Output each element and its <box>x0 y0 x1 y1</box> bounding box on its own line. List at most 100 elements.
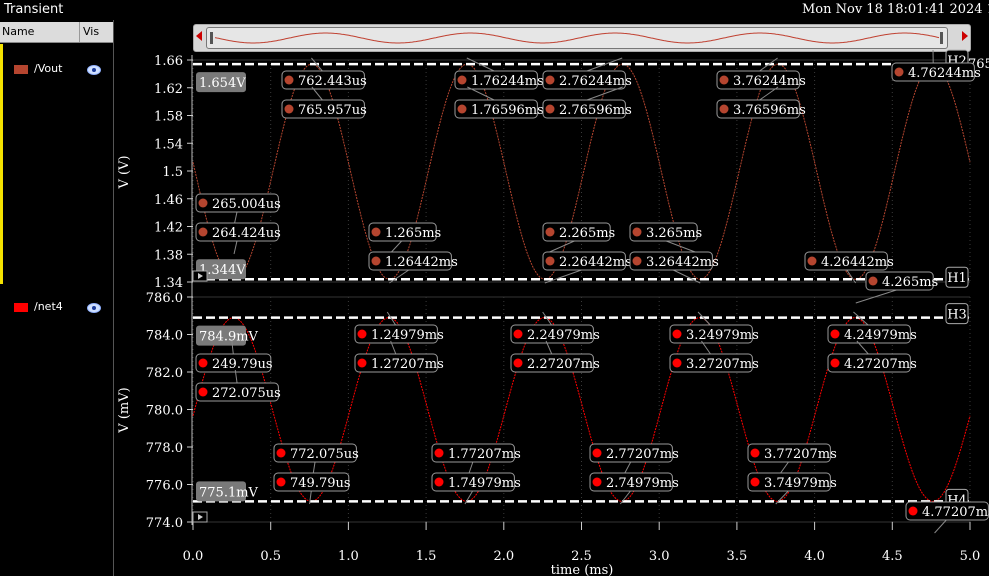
x-tick-label: 2.0 <box>493 549 514 564</box>
marker-dot-icon <box>592 477 602 487</box>
marker-text: 749.79us <box>290 476 351 491</box>
marker-text: 2.24979ms <box>527 328 600 343</box>
x-tick-label: 1.5 <box>416 549 437 564</box>
marker-text: 2.265ms <box>559 226 615 241</box>
marker-label[interactable]: 772.075us <box>273 443 359 476</box>
marker-label[interactable]: 765.957us <box>281 86 367 119</box>
marker-leader <box>544 268 585 284</box>
marker-text: 272.075us <box>212 386 281 401</box>
marker-label[interactable]: 264.424us <box>195 222 281 255</box>
marker-dot-icon <box>632 227 642 237</box>
marker-dot-icon <box>457 75 467 85</box>
x-tick-label: 2.5 <box>571 549 592 564</box>
marker-text: 3.265ms <box>646 226 702 241</box>
marker-label[interactable]: 1.76596ms <box>454 86 544 119</box>
marker-dot-icon <box>592 448 602 458</box>
x-tick-label: 3.5 <box>727 549 748 564</box>
cursor-value-label: 784.9mV <box>199 330 259 345</box>
marker-label[interactable]: 3.27207ms <box>669 340 759 373</box>
marker-text: 2.77207ms <box>606 447 679 462</box>
marker-label[interactable]: 249.79us <box>195 340 273 373</box>
marker-text: 1.74979ms <box>448 476 521 491</box>
y-tick-label: 784.0 <box>146 329 183 344</box>
y-tick-label: 786.0 <box>146 291 183 306</box>
marker-text: 1.265ms <box>385 226 441 241</box>
marker-label[interactable]: 2.74979ms <box>589 472 679 505</box>
marker-label[interactable]: 2.77207ms <box>589 443 679 476</box>
marker-label[interactable]: 1.265ms <box>368 222 441 255</box>
marker-text: 765.957us <box>298 103 367 118</box>
marker-dot-icon <box>545 104 555 114</box>
marker-label[interactable]: 3.74979ms <box>747 472 837 505</box>
marker-text: 4.27207ms <box>844 357 917 372</box>
marker-dot-icon <box>198 227 208 237</box>
marker-label[interactable]: 3.77207ms <box>747 443 837 476</box>
marker-label[interactable]: 4.265ms <box>855 271 938 304</box>
y-tick-label: 1.42 <box>154 221 183 236</box>
marker-text: 264.424us <box>212 226 281 241</box>
marker-dot-icon <box>672 358 682 368</box>
cursor-value-label: 775.1mV <box>199 485 259 500</box>
marker-label[interactable]: 4.27207ms <box>827 340 917 373</box>
marker-label[interactable]: 1.27207ms <box>354 340 444 373</box>
marker-leader <box>233 239 238 255</box>
marker-leader <box>697 311 712 327</box>
marker-label[interactable]: 3.76596ms <box>716 86 806 119</box>
y-tick-label: 1.58 <box>154 110 183 125</box>
marker-leader <box>670 268 701 284</box>
marker-dot-icon <box>719 75 729 85</box>
marker-text: 2.76244ms <box>559 74 632 89</box>
marker-label[interactable]: 749.79us <box>273 472 351 505</box>
y-tick-label: 780.0 <box>146 404 183 419</box>
marker-label[interactable]: 2.76596ms <box>542 86 632 119</box>
marker-dot-icon <box>198 358 208 368</box>
marker-label[interactable]: 2.76244ms <box>542 57 632 90</box>
marker-text: 1.26442ms <box>385 255 458 270</box>
marker-text: 4.76244ms <box>908 66 981 81</box>
marker-dot-icon <box>198 387 208 397</box>
marker-text: 772.075us <box>290 447 359 462</box>
marker-text: 249.79us <box>212 357 273 372</box>
marker-label[interactable]: 3.265ms <box>629 222 702 255</box>
y-tick-label: 1.38 <box>154 248 183 263</box>
x-axis-label: time (ms) <box>551 563 614 576</box>
marker-label[interactable]: 3.76244ms <box>716 57 806 90</box>
cursor-tag-label: H3 <box>947 308 967 323</box>
marker-dot-icon <box>750 448 760 458</box>
marker-dot-icon <box>545 256 555 266</box>
marker-dot-icon <box>894 67 904 77</box>
x-tick-label: 5.0 <box>960 549 981 564</box>
marker-dot-icon <box>830 329 840 339</box>
y-tick-label: 1.62 <box>154 82 183 97</box>
y-tick-label: 774.0 <box>146 516 183 531</box>
marker-dot-icon <box>632 256 642 266</box>
marker-label[interactable]: 2.265ms <box>542 222 615 255</box>
marker-text: 2.27207ms <box>527 357 600 372</box>
marker-dot-icon <box>434 477 444 487</box>
marker-dot-icon <box>357 329 367 339</box>
marker-text: 2.74979ms <box>606 476 679 491</box>
marker-text: 4.26442ms <box>821 255 894 270</box>
marker-leader <box>934 518 948 534</box>
marker-text: 265.004us <box>212 197 281 212</box>
marker-label[interactable]: 1.74979ms <box>431 472 521 505</box>
marker-dot-icon <box>672 329 682 339</box>
marker-leader <box>542 311 553 327</box>
marker-label[interactable]: 762.443us <box>281 57 367 90</box>
y-tick-label: 1.5 <box>162 165 183 180</box>
marker-dot-icon <box>719 104 729 114</box>
waveform-plot[interactable]: H21.654VH11.344VH3784.9mVH4775.1mV765 1.… <box>0 0 989 576</box>
marker-text: 3.27207ms <box>686 357 759 372</box>
marker-label[interactable]: 4.77207ms <box>905 501 989 534</box>
y-tick-label: 1.46 <box>154 193 183 208</box>
y-tick-label: 782.0 <box>146 366 183 381</box>
y-tick-label: 776.0 <box>146 479 183 494</box>
marker-label[interactable]: 1.76244ms <box>454 57 544 90</box>
marker-label[interactable]: 265.004us <box>195 193 281 226</box>
marker-text: 1.76244ms <box>471 74 544 89</box>
marker-text: 3.77207ms <box>764 447 837 462</box>
cursor-value-label: 1.654V <box>199 76 246 91</box>
marker-text: 3.76596ms <box>733 103 806 118</box>
marker-label[interactable]: 272.075us <box>195 369 281 402</box>
marker-dot-icon <box>750 477 760 487</box>
